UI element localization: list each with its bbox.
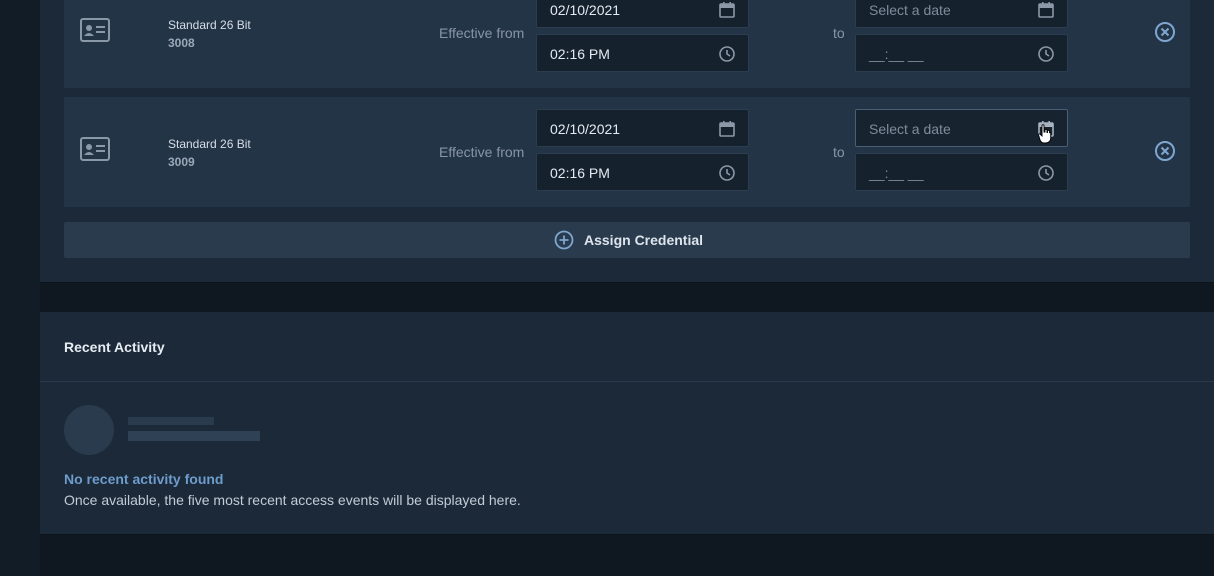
from-date-input[interactable]: 02/10/2021 [536, 0, 749, 28]
to-time-input[interactable]: __:__ __ [855, 153, 1068, 191]
from-date-input[interactable]: 02/10/2021 [536, 109, 749, 147]
credential-row: Standard 26 Bit 3008 Effective from 02/1… [64, 0, 1190, 88]
effective-from-label: Effective from [439, 144, 525, 160]
to-time-placeholder: __:__ __ [869, 165, 924, 181]
clock-icon[interactable] [1037, 45, 1055, 63]
plus-circle-icon [554, 230, 574, 250]
from-date-value: 02/10/2021 [550, 2, 621, 18]
from-time-value: 02:16 PM [550, 165, 610, 181]
skeleton-line [128, 417, 214, 425]
to-date-placeholder: Select a date [869, 121, 951, 137]
recent-activity-panel: Recent Activity No recent activity found… [40, 312, 1214, 535]
id-card-icon [80, 18, 110, 42]
calendar-icon[interactable] [1037, 1, 1055, 19]
clock-icon[interactable] [718, 45, 736, 63]
clock-icon[interactable] [1037, 164, 1055, 182]
empty-state-title: No recent activity found [64, 471, 224, 487]
divider [40, 381, 1214, 382]
empty-state-description: Once available, the five most recent acc… [64, 492, 521, 508]
left-sidebar-strip [0, 0, 40, 576]
effective-from-label: Effective from [439, 25, 525, 41]
close-circle-icon[interactable] [1154, 21, 1176, 43]
credential-number: 3009 [168, 155, 195, 169]
to-time-input[interactable]: __:__ __ [855, 34, 1068, 72]
assign-credential-label: Assign Credential [584, 232, 704, 248]
id-card-icon [80, 137, 110, 161]
from-time-input[interactable]: 02:16 PM [536, 34, 749, 72]
to-date-input[interactable]: Select a date [855, 0, 1068, 28]
clock-icon[interactable] [718, 164, 736, 182]
skeleton-line [128, 431, 260, 441]
calendar-icon[interactable] [718, 1, 736, 19]
to-time-placeholder: __:__ __ [869, 46, 924, 62]
hand-pointer-cursor-icon [1038, 124, 1052, 144]
to-date-input[interactable]: Select a date [855, 109, 1068, 147]
from-date-value: 02/10/2021 [550, 121, 621, 137]
avatar-placeholder [64, 405, 114, 455]
from-time-value: 02:16 PM [550, 46, 610, 62]
close-circle-icon[interactable] [1154, 140, 1176, 162]
calendar-icon[interactable] [718, 120, 736, 138]
credential-row: Standard 26 Bit 3009 Effective from 02/1… [64, 97, 1190, 207]
to-date-placeholder: Select a date [869, 2, 951, 18]
credential-type: Standard 26 Bit [168, 18, 251, 32]
from-time-input[interactable]: 02:16 PM [536, 153, 749, 191]
credential-number: 3008 [168, 36, 195, 50]
to-label: to [833, 144, 845, 160]
to-label: to [833, 25, 845, 41]
section-title: Recent Activity [64, 339, 165, 355]
credential-type: Standard 26 Bit [168, 137, 251, 151]
assign-credential-button[interactable]: Assign Credential [64, 222, 1190, 258]
